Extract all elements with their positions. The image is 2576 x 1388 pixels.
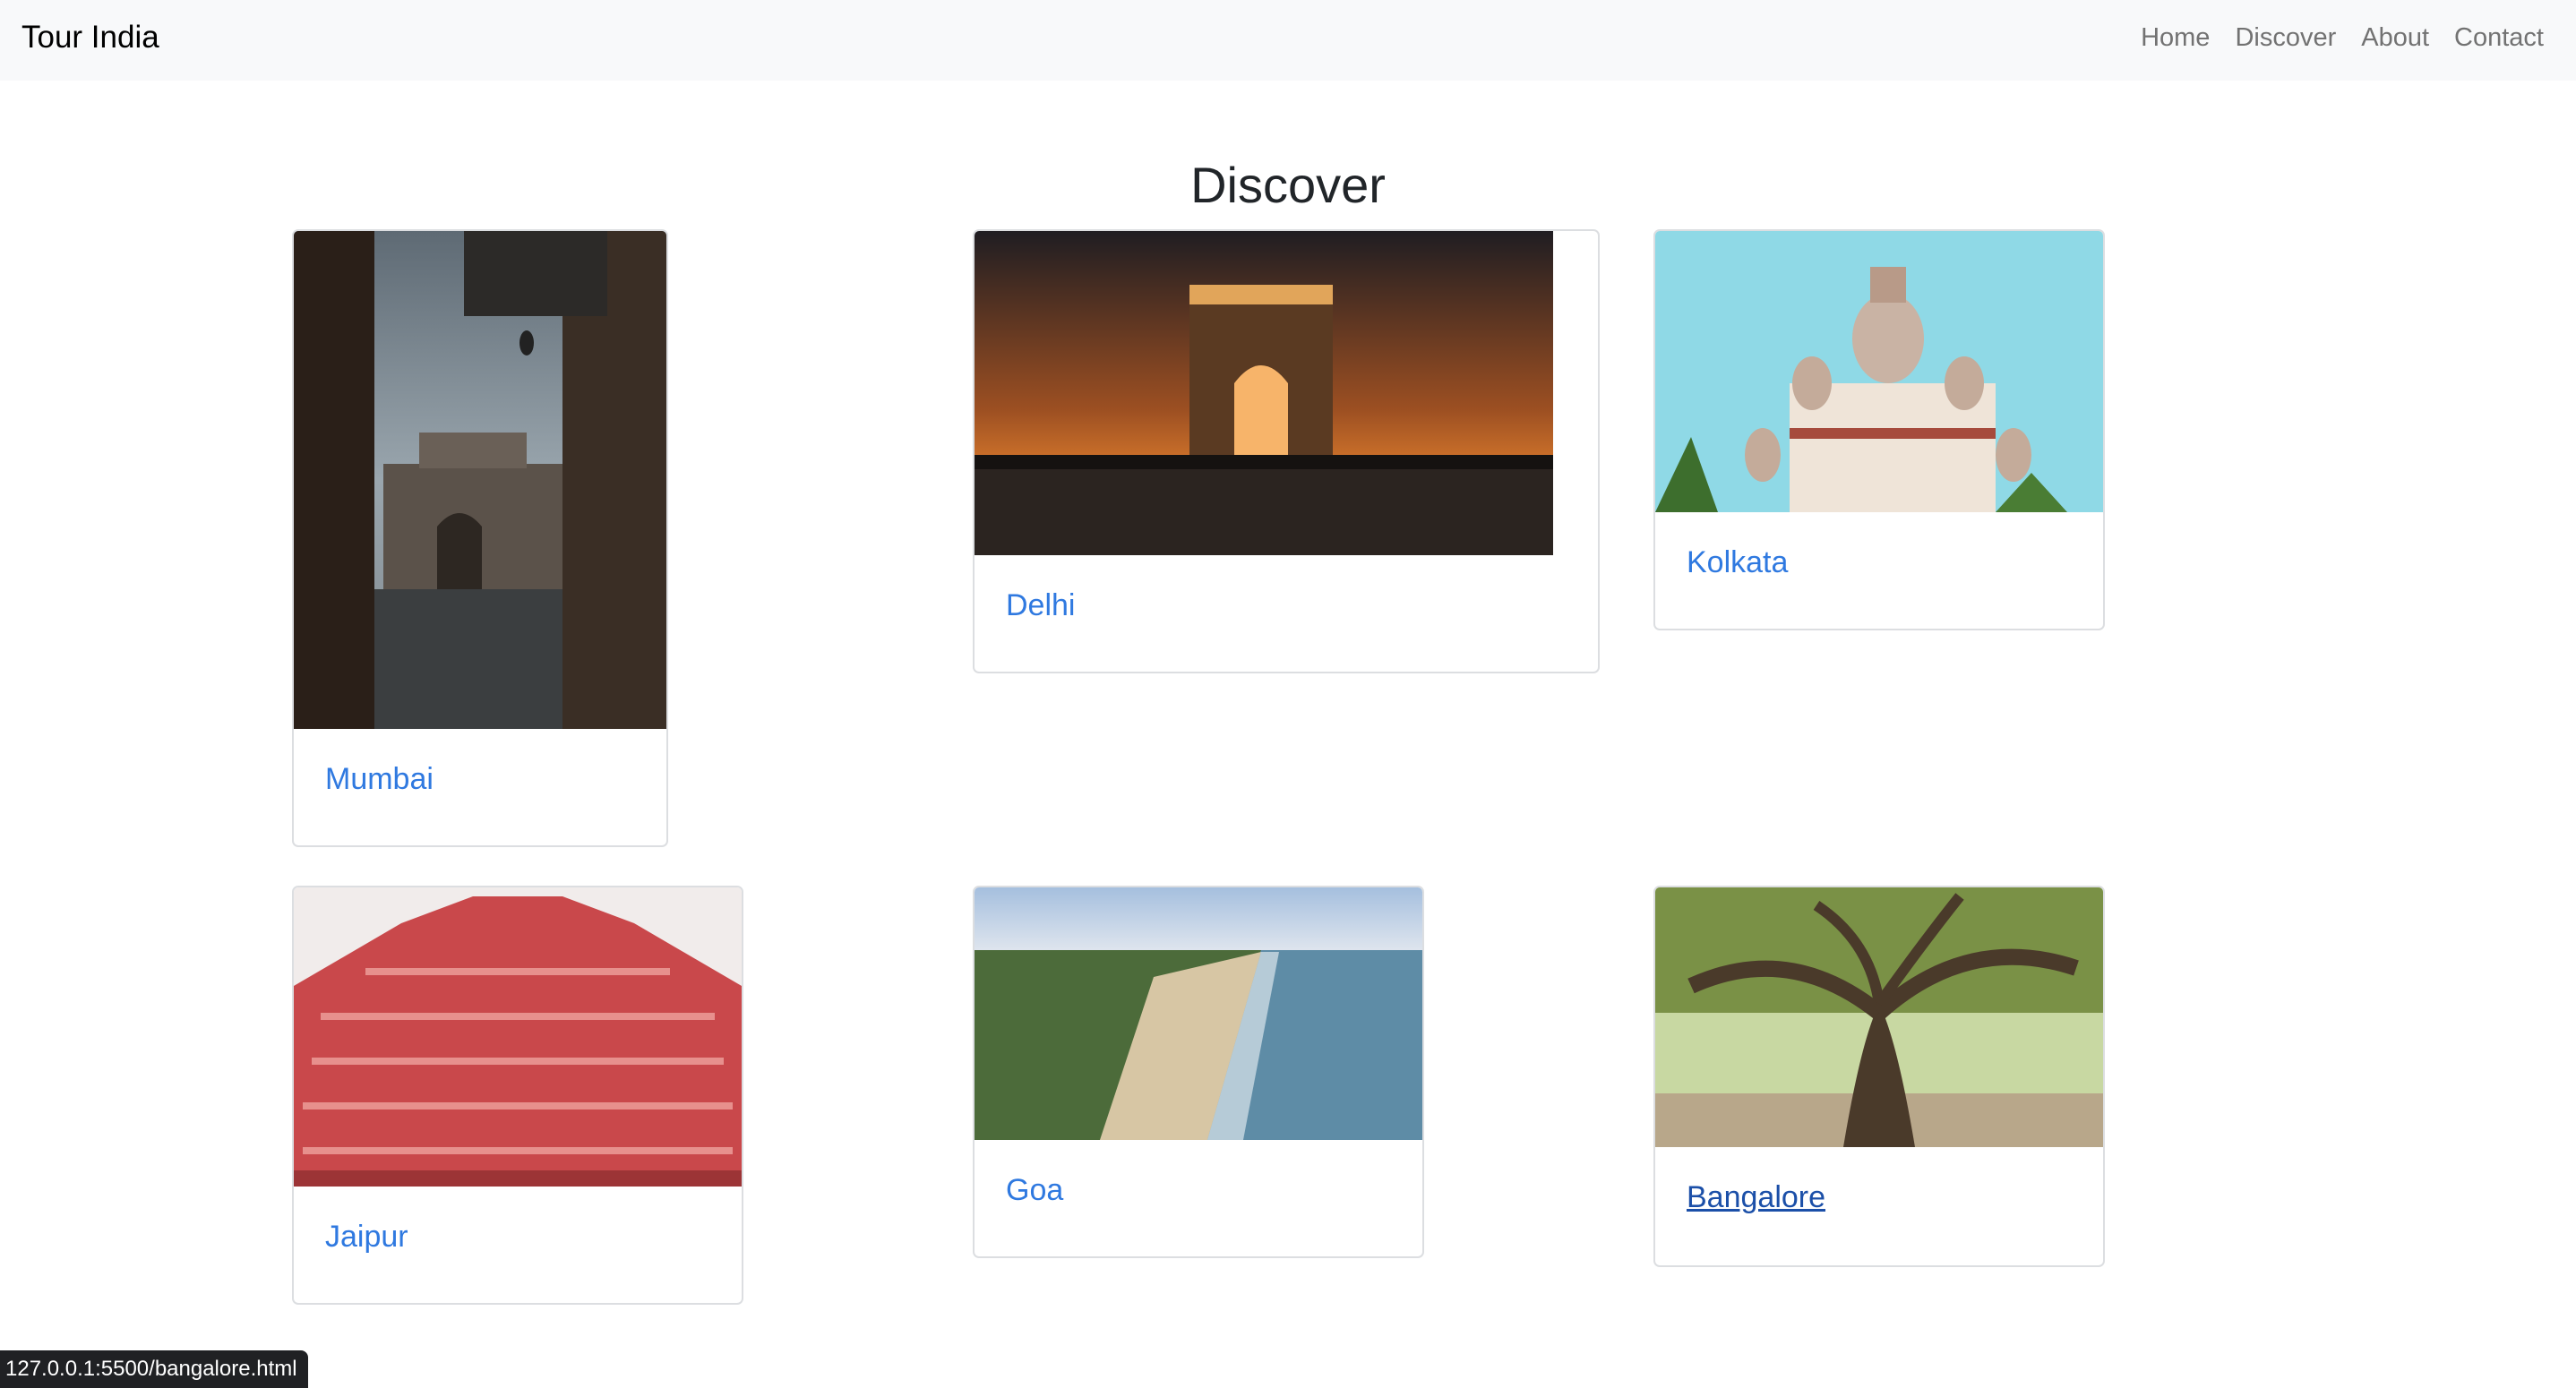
india-gate-photo (975, 231, 1553, 555)
nav-link-contact[interactable]: Contact (2454, 21, 2544, 54)
hawa-mahal-photo (294, 887, 742, 1187)
card-title-bangalore[interactable]: Bangalore (1687, 1179, 1825, 1215)
card-mumbai: Mumbai (292, 229, 668, 847)
card-title-kolkata[interactable]: Kolkata (1687, 544, 1788, 580)
gateway-of-india-photo (294, 231, 666, 729)
page-title: Discover (1190, 157, 1386, 213)
beach-coastline-photo (975, 887, 1422, 1140)
card-delhi: Delhi (973, 229, 1600, 673)
card-title-jaipur[interactable]: Jaipur (325, 1219, 408, 1255)
banyan-tree-photo (1655, 887, 2103, 1147)
dakshineswar-temple-photo (1655, 231, 2103, 512)
navbar: Tour India Home Discover About Contact (0, 0, 2576, 81)
nav-link-home[interactable]: Home (2141, 21, 2210, 54)
card-goa: Goa (973, 886, 1424, 1258)
nav-link-about[interactable]: About (2361, 21, 2429, 54)
card-title-mumbai[interactable]: Mumbai (325, 761, 434, 797)
status-bar-url: 127.0.0.1:5500/bangalore.html (0, 1350, 308, 1388)
card-title-delhi[interactable]: Delhi (1006, 587, 1075, 623)
brand-link[interactable]: Tour India (21, 20, 159, 56)
nav-link-discover[interactable]: Discover (2235, 21, 2336, 54)
nav-links: Home Discover About Contact (2141, 21, 2544, 54)
card-kolkata: Kolkata (1653, 229, 2105, 630)
card-jaipur: Jaipur (292, 886, 743, 1305)
card-title-goa[interactable]: Goa (1006, 1172, 1063, 1208)
card-bangalore: Bangalore (1653, 886, 2105, 1267)
